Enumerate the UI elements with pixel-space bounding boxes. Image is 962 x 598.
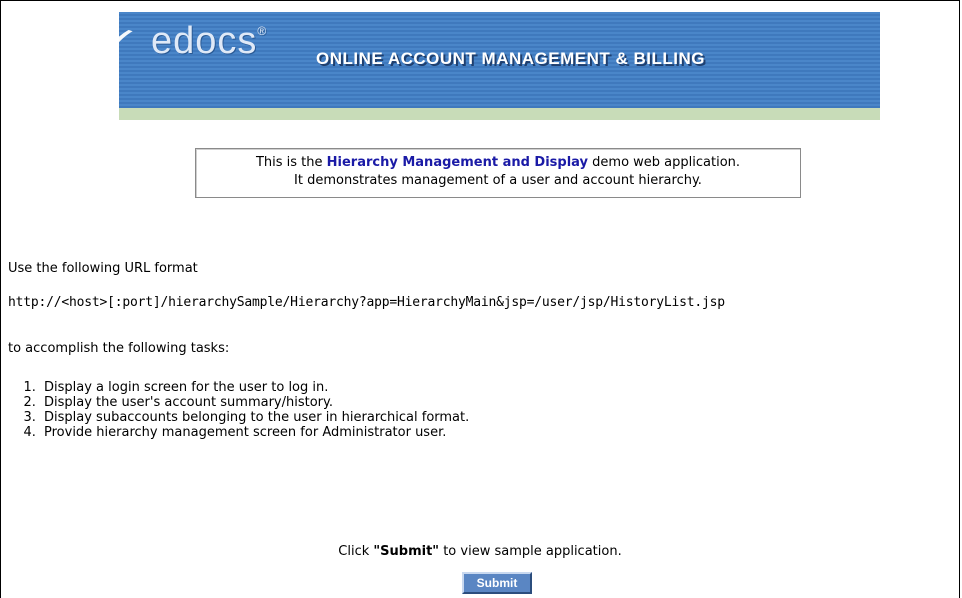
list-item: Display a login screen for the user to l…	[40, 380, 469, 395]
edocs-logo: edocs®	[151, 20, 268, 62]
banner-title: ONLINE ACCOUNT MANAGEMENT & BILLING	[316, 49, 705, 68]
list-item: Display the user's account summary/histo…	[40, 395, 469, 410]
url-intro-text: Use the following URL format	[8, 261, 198, 276]
list-item: Provide hierarchy management screen for …	[40, 425, 469, 440]
intro-app-name: Hierarchy Management and Display	[326, 155, 589, 170]
tasks-intro-text: to accomplish the following tasks:	[8, 341, 230, 356]
header-banner: edocs® ONLINE ACCOUNT MANAGEMENT & BILLI…	[119, 12, 880, 108]
list-item: Display subaccounts belonging to the use…	[40, 410, 469, 425]
intro-suffix: demo web application.	[588, 155, 741, 170]
banner-strip	[119, 108, 880, 120]
submit-instruction: Click "Submit" to view sample applicatio…	[338, 544, 622, 559]
tasks-list: Display a login screen for the user to l…	[0, 380, 469, 440]
intro-prefix: This is the	[255, 155, 327, 170]
url-format-text: http://<host>[:port]/hierarchySample/Hie…	[8, 295, 725, 310]
submit-keyword: "Submit"	[373, 544, 440, 559]
intro-line2: It demonstrates management of a user and…	[294, 173, 702, 188]
intro-box: This is the Hierarchy Management and Dis…	[195, 148, 801, 198]
submit-button[interactable]: Submit	[462, 572, 532, 594]
